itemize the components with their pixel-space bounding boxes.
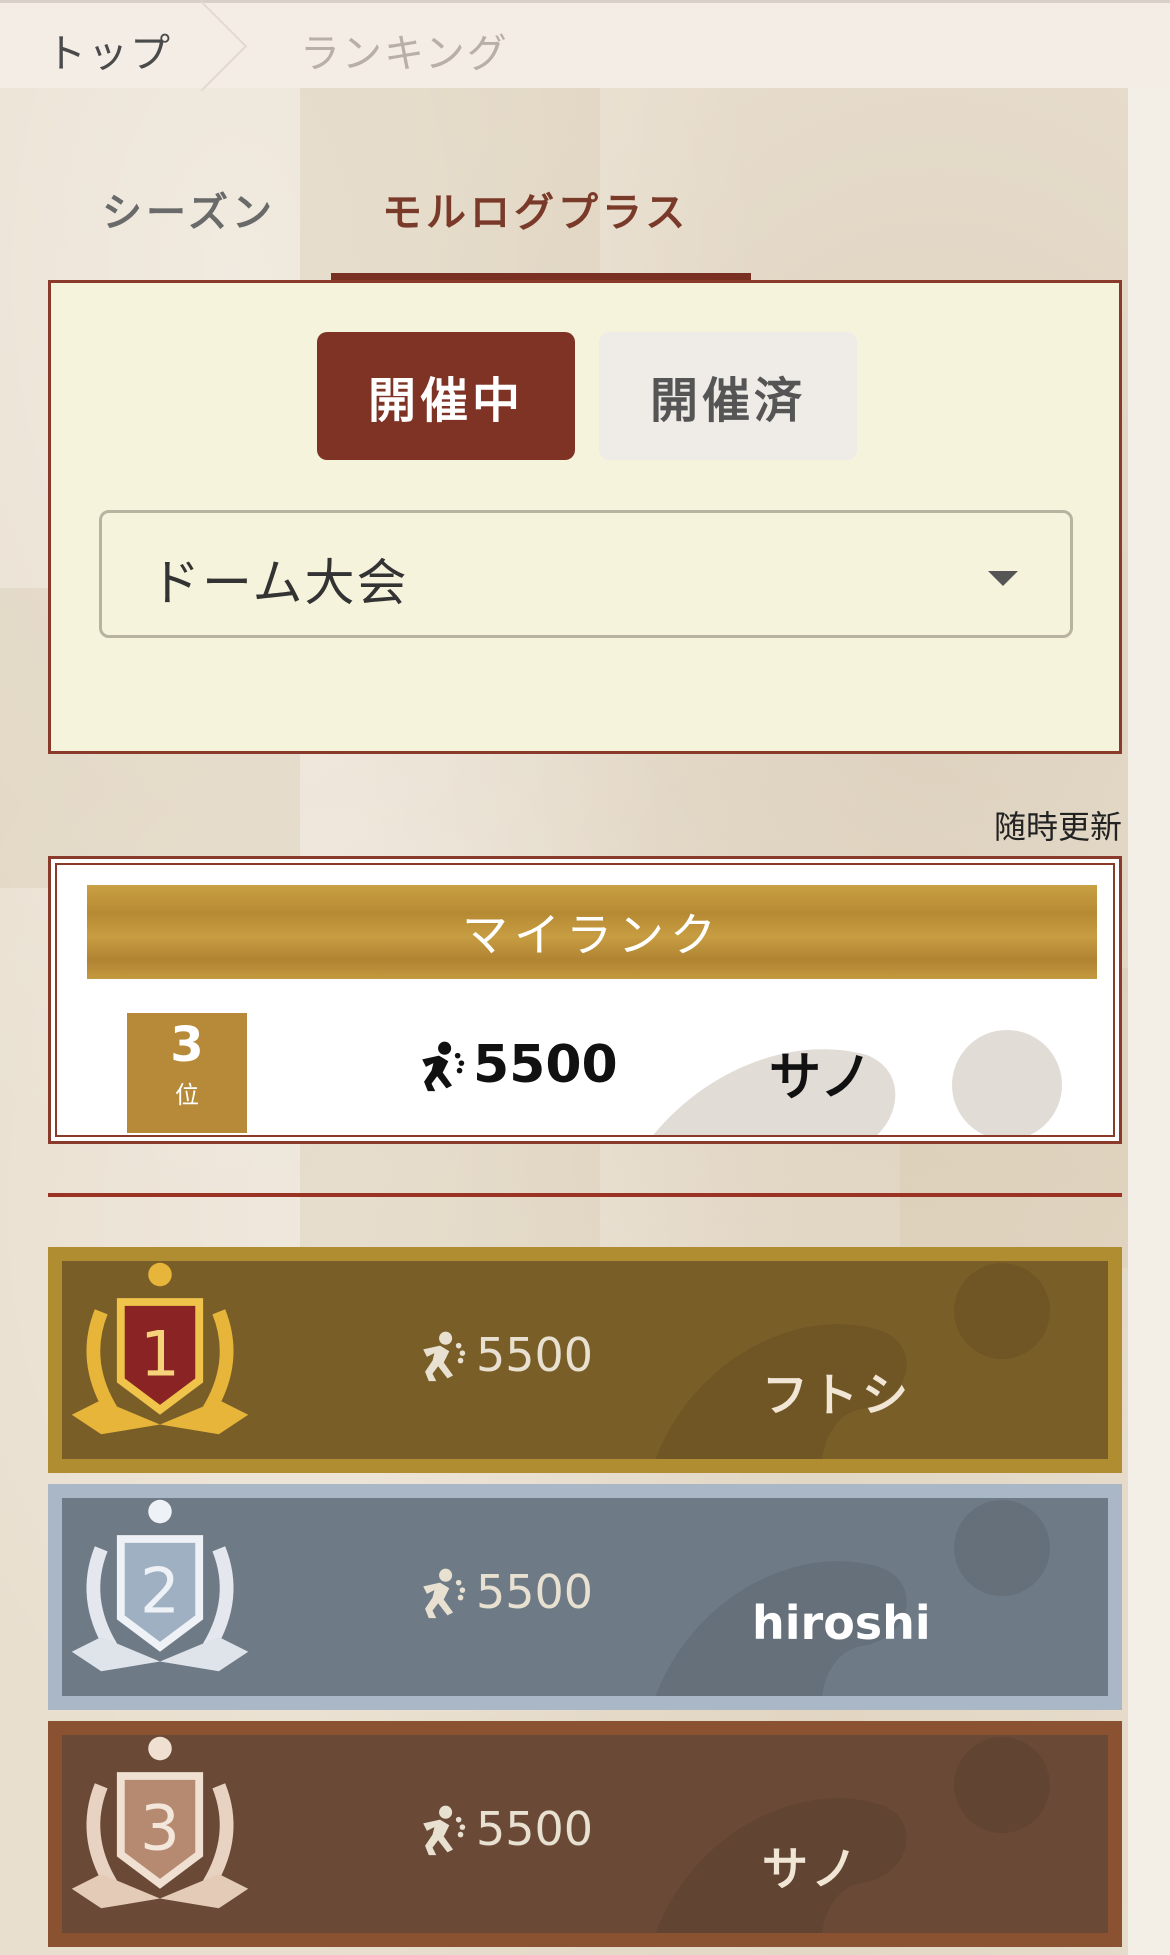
tab-morulog-plus[interactable]: モルログプラス — [382, 180, 689, 238]
my-rank-number: 3 — [170, 1017, 204, 1073]
ranking-score-value: 5500 — [476, 1328, 594, 1382]
watermark-logo-icon — [655, 1737, 1050, 1933]
ranking-score: 5500 — [412, 1564, 593, 1620]
my-rank-score: 5500 — [411, 1035, 618, 1095]
svg-text:2: 2 — [140, 1555, 180, 1628]
right-margin — [1128, 88, 1170, 1955]
my-rank-card: マイランク 3 位 5500 サノ — [48, 856, 1122, 1144]
section-divider — [48, 1193, 1122, 1197]
breadcrumb-current: ランキング — [300, 31, 509, 77]
ranking-row-2[interactable]: 2 5500 hiroshi — [48, 1484, 1122, 1710]
ranking-score-value: 5500 — [476, 1802, 594, 1856]
runner-icon — [423, 1331, 466, 1382]
bronze-medal-icon: 3 — [71, 1736, 249, 1909]
breadcrumb-chevron-icon — [212, 0, 260, 93]
runner-icon — [423, 1805, 466, 1856]
ranking-name: フトシ — [762, 1368, 912, 1422]
breadcrumb: トップ ランキング — [0, 0, 1170, 88]
my-rank-suffix: 位 — [175, 1081, 199, 1109]
my-rank-badge: 3 位 — [127, 1013, 247, 1133]
ongoing-button[interactable]: 開催中 — [317, 332, 575, 460]
ranking-score: 5500 — [412, 1801, 593, 1857]
ranking-name: サノ — [762, 1842, 862, 1896]
my-rank-header: マイランク — [87, 885, 1097, 979]
chevron-down-icon — [988, 571, 1018, 586]
runner-icon — [423, 1568, 466, 1619]
filter-panel: 開催中 開催済 ドーム大会 — [48, 280, 1122, 754]
svg-text:1: 1 — [140, 1318, 180, 1391]
my-rank-score-value: 5500 — [473, 1035, 618, 1095]
ranking-row-1[interactable]: 1 5500 フトシ — [48, 1247, 1122, 1473]
finished-button[interactable]: 開催済 — [599, 332, 857, 460]
my-rank-name: サノ — [769, 1048, 872, 1108]
update-note: 随時更新 — [993, 808, 1122, 846]
svg-text:3: 3 — [140, 1792, 180, 1865]
runner-icon — [422, 1041, 465, 1092]
silver-medal-icon: 2 — [71, 1499, 249, 1672]
tab-season[interactable]: シーズン — [102, 180, 276, 238]
ranking-name: hiroshi — [752, 1596, 931, 1650]
ranking-score-value: 5500 — [476, 1565, 594, 1619]
ranking-score: 5500 — [412, 1327, 593, 1383]
ranking-row-inner: 1 5500 フトシ — [62, 1261, 1108, 1459]
ranking-row-inner: 3 5500 サノ — [62, 1735, 1108, 1933]
gold-medal-icon: 1 — [71, 1262, 249, 1435]
ranking-row-inner: 2 5500 hiroshi — [62, 1498, 1108, 1696]
ranking-row-3[interactable]: 3 5500 サノ — [48, 1721, 1122, 1947]
tournament-select-value: ドーム大会 — [150, 554, 409, 612]
my-rank-inner: マイランク 3 位 5500 サノ — [55, 863, 1115, 1137]
tournament-select[interactable]: ドーム大会 — [99, 510, 1073, 638]
breadcrumb-home-link[interactable]: トップ — [46, 21, 172, 79]
